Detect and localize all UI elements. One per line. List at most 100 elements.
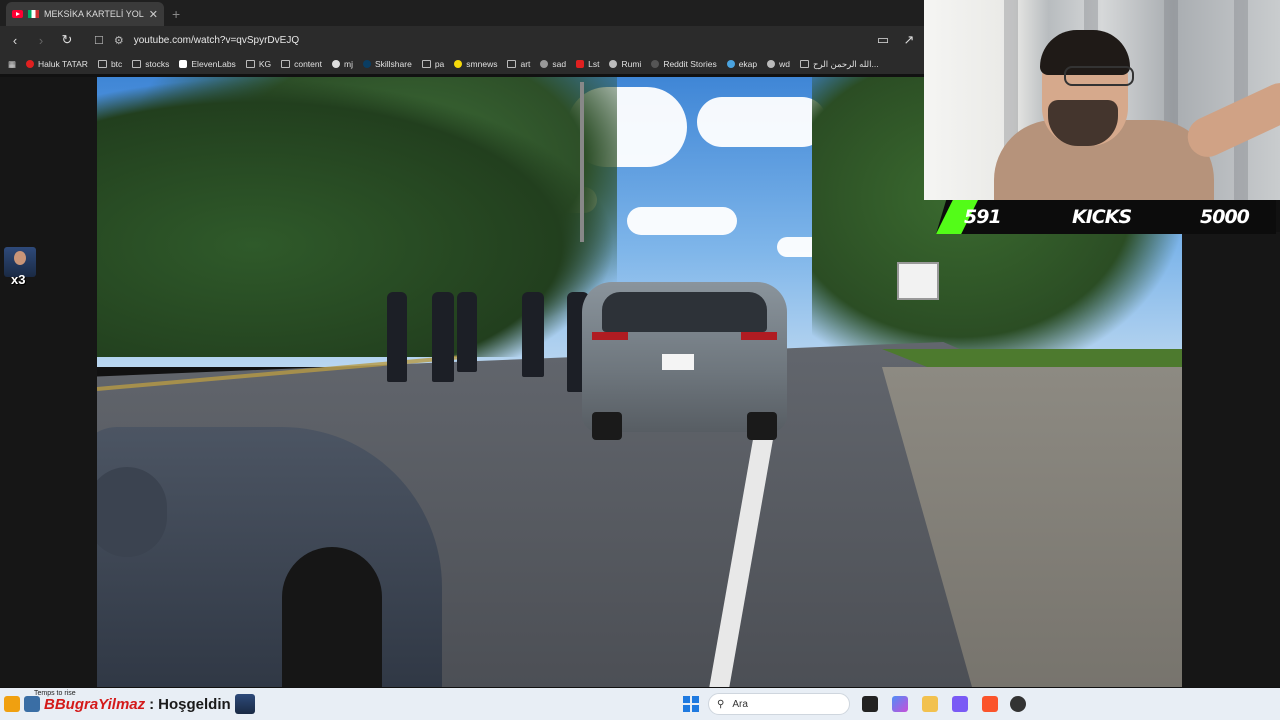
- bookmark-item[interactable]: Rumi: [609, 59, 641, 69]
- folder-icon: [507, 60, 517, 68]
- multiplier-badge: x3: [11, 272, 26, 287]
- url-text[interactable]: youtube.com/watch?v=qvSpyrDvEJQ: [134, 35, 299, 46]
- reddit-stories-icon: [651, 60, 660, 68]
- bookmark-icon[interactable]: ☐: [94, 34, 104, 47]
- police-officer: [522, 292, 544, 377]
- apps-icon[interactable]: ▦: [8, 59, 16, 70]
- wheel: [747, 412, 777, 440]
- smnews-icon: [454, 60, 463, 68]
- forward-button[interactable]: ›: [34, 33, 48, 48]
- bookmark-item[interactable]: art: [507, 59, 530, 69]
- chat-avatar: [234, 694, 255, 714]
- search-placeholder: Ara: [732, 698, 748, 710]
- utility-pole: [580, 82, 584, 242]
- left-panel: [0, 77, 97, 687]
- bookmark-item[interactable]: smnews: [454, 59, 497, 69]
- snipping-tool-icon[interactable]: [952, 696, 968, 712]
- tail-light: [592, 332, 628, 340]
- share-icon[interactable]: ↗: [902, 32, 916, 48]
- right-panel: [1182, 232, 1280, 687]
- police-officer: [432, 292, 454, 382]
- bookmark-item[interactable]: sad: [540, 59, 566, 69]
- bookmark-item[interactable]: mj: [331, 59, 353, 69]
- cast-icon[interactable]: ▭: [876, 32, 890, 48]
- tail-light: [741, 332, 777, 340]
- police-officer: [387, 292, 407, 382]
- folder-icon: [281, 60, 291, 68]
- ekap-icon: [726, 60, 735, 68]
- wd-icon: [767, 60, 776, 68]
- wheel: [282, 547, 382, 687]
- page-icon: [800, 60, 810, 68]
- bookmarks-bar: ▦ Haluk TATAR btc stocks ElevenLabs KG c…: [0, 54, 924, 74]
- skillshare-icon: [362, 60, 371, 68]
- elevenlabs-icon: [179, 60, 188, 68]
- folder-icon: [245, 60, 255, 68]
- bookmark-item[interactable]: KG: [245, 59, 271, 69]
- chat-message: BBugraYilmaz : Hoşgeldin: [4, 694, 255, 714]
- reload-button[interactable]: ↻: [60, 32, 74, 48]
- police-officer: [457, 292, 477, 372]
- bookmark-item[interactable]: Skillshare: [362, 59, 412, 69]
- suv-window: [602, 292, 767, 332]
- sad-icon: [540, 60, 549, 68]
- bookmark-item[interactable]: content: [281, 59, 322, 69]
- bookmark-item[interactable]: ekap: [726, 59, 757, 69]
- taskbar: Temps to rise BBugraYilmaz : Hoşgeldin ⚲…: [0, 688, 1280, 720]
- bookmark-item[interactable]: pa: [421, 59, 444, 69]
- close-tab-icon[interactable]: ✕: [149, 8, 158, 21]
- lst-icon: [576, 60, 585, 68]
- goal-count: 5000: [1200, 206, 1250, 228]
- streamer-arm: [1181, 76, 1280, 164]
- youtube-icon: [26, 60, 35, 68]
- webcam-feed: [924, 0, 1280, 200]
- bookmark-item[interactable]: stocks: [132, 59, 169, 69]
- windows-start-icon[interactable]: [683, 696, 699, 712]
- bookmark-item[interactable]: ElevenLabs: [179, 59, 236, 69]
- flag-icon: [28, 10, 39, 18]
- site-info-icon[interactable]: ⚙: [114, 34, 124, 47]
- task-view-icon[interactable]: [862, 696, 878, 712]
- tab-title: MEKSİKA KARTELİ YOLUMUZU: [44, 9, 144, 19]
- chat-badge-icon: [24, 696, 40, 712]
- tab-youtube[interactable]: MEKSİKA KARTELİ YOLUMUZU ✕: [6, 2, 164, 26]
- address-bar: ‹ › ↻ ☐ ⚙ youtube.com/watch?v=qvSpyrDvEJ…: [0, 26, 924, 54]
- url-box[interactable]: ☐ ⚙ youtube.com/watch?v=qvSpyrDvEJQ: [86, 29, 864, 51]
- new-tab-button[interactable]: +: [172, 6, 180, 22]
- suv-car: [582, 282, 787, 440]
- streamer-glasses: [1064, 66, 1134, 86]
- brave-browser-icon[interactable]: [982, 696, 998, 712]
- stream-stats-bar: 591 KICKS 5000: [936, 200, 1276, 234]
- obs-icon[interactable]: [1010, 696, 1026, 712]
- cloud: [697, 97, 827, 147]
- bookmark-item[interactable]: Haluk TATAR: [26, 59, 88, 69]
- taskbar-search[interactable]: ⚲ Ara: [708, 693, 850, 715]
- side-mirror: [97, 467, 167, 557]
- bookmark-item[interactable]: Reddit Stories: [651, 59, 717, 69]
- copilot-icon[interactable]: [892, 696, 908, 712]
- chat-text: Hoşgeldin: [158, 695, 231, 713]
- cloud: [627, 207, 737, 235]
- chat-separator: :: [149, 695, 155, 713]
- github-icon: [331, 60, 340, 68]
- tab-bar: MEKSİKA KARTELİ YOLUMUZU ✕ +: [0, 0, 924, 26]
- back-button[interactable]: ‹: [8, 33, 22, 48]
- folder-icon: [97, 60, 107, 68]
- screen: MEKSİKA KARTELİ YOLUMUZU ✕ + ‹ › ↻ ☐ ⚙ y…: [0, 0, 1280, 720]
- globe-icon: [609, 60, 618, 68]
- road-sign: [897, 262, 939, 300]
- bookmark-item[interactable]: الله الرحمن الرح...: [800, 59, 879, 70]
- chat-badge-icon: [4, 696, 20, 712]
- search-icon: ⚲: [717, 698, 725, 710]
- wheel: [592, 412, 622, 440]
- bookmark-item[interactable]: btc: [97, 59, 122, 69]
- bookmark-item[interactable]: Lst: [576, 59, 599, 69]
- bookmark-item[interactable]: wd: [767, 59, 790, 69]
- folder-icon: [132, 60, 142, 68]
- chat-username: BBugraYilmaz: [44, 695, 146, 713]
- youtube-icon: [12, 10, 23, 18]
- license-plate: [662, 354, 694, 370]
- viewer-count: 591: [964, 206, 1002, 228]
- folder-icon: [421, 60, 431, 68]
- file-explorer-icon[interactable]: [922, 696, 938, 712]
